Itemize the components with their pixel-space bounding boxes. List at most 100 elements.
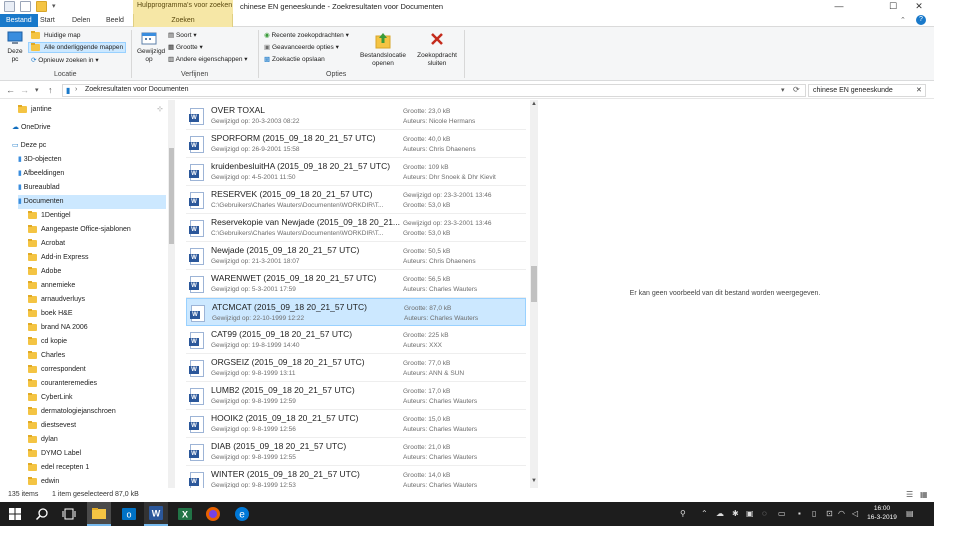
forward-arrow-icon[interactable]: → — [20, 85, 29, 95]
sidebar-item[interactable]: diestsevest — [28, 419, 76, 433]
checkmark-icon[interactable] — [20, 1, 31, 12]
file-row[interactable]: W HOOIK2 (2015_09_18 20_21_57 UTC) Gewijzi… — [186, 410, 526, 438]
modified-date-button[interactable]: Gewijzigd op — [137, 31, 165, 64]
file-row[interactable]: W WINTER (2015_09_18 20_21_57 UTC) Gewijzi… — [186, 466, 526, 488]
properties-icon[interactable] — [4, 1, 15, 12]
file-row[interactable]: WkruidenbesluitHA (2015_09_18 20_21_57 U… — [186, 158, 526, 186]
file-row[interactable]: W ATCMCAT (2015_09_18 20_21_57 UTC) Gewijz… — [186, 298, 526, 326]
clear-search-icon[interactable]: ✕ — [916, 86, 922, 94]
recent-searches-button[interactable]: ◉ Recente zoekopdrachten ▾ — [264, 31, 349, 40]
maximize-button[interactable]: ☐ — [880, 0, 906, 14]
scroll-down-icon[interactable]: ▼ — [531, 478, 537, 484]
nav-scrollbar-thumb[interactable] — [169, 148, 174, 244]
sidebar-item[interactable]: Charles — [28, 349, 65, 363]
file-row[interactable]: W LUMB2 (2015_09_18 20_21_57 UTC) Gewijzig… — [186, 382, 526, 410]
tab-beeld[interactable]: Beeld — [100, 14, 130, 27]
clock[interactable]: 16:00 16-3-2019 — [862, 504, 902, 522]
sidebar-item[interactable]: Add-in Express — [28, 251, 88, 265]
sidebar-item[interactable]: boek H&E — [28, 307, 73, 321]
sidebar-item[interactable]: edel recepten 1 — [28, 461, 89, 475]
tab-zoeken[interactable]: Zoeken — [133, 14, 233, 27]
file-row[interactable]: W SPORFORM (2015_09_18 20_21_57 UTC) Gewij… — [186, 130, 526, 158]
nav-scrollbar[interactable] — [168, 100, 175, 488]
task-view-icon[interactable] — [60, 505, 78, 523]
sidebar-item[interactable]: DYMO Label — [28, 447, 81, 461]
refresh-icon[interactable]: ⟳ — [793, 85, 800, 94]
list-scrollbar-thumb[interactable] — [531, 266, 537, 302]
list-scrollbar[interactable]: ▲ ▼ — [530, 100, 538, 488]
pin-icon[interactable]: ⊹ — [157, 105, 163, 113]
network-icon[interactable]: ▭ — [778, 509, 786, 518]
file-row[interactable]: W DIAB (2015_09_18 20_21_57 UTC) Gewijzigd… — [186, 438, 526, 466]
sidebar-item[interactable]: correspondent — [28, 363, 86, 377]
windows-start-icon[interactable] — [6, 505, 24, 523]
file-row[interactable]: W Reservekopie van Newjade (2015_09_18 20… — [186, 214, 526, 242]
sidebar-item[interactable]: ▮ Documenten — [18, 195, 166, 209]
sidebar-item[interactable]: ▭ Deze pc — [12, 139, 46, 153]
edge-icon[interactable]: e — [233, 505, 251, 523]
sidebar-item[interactable]: annemieke — [28, 279, 75, 293]
large-icons-view-icon[interactable]: ▦ — [920, 490, 928, 499]
other-properties-button[interactable]: ▥ Andere eigenschappen ▾ — [168, 55, 248, 64]
file-row[interactable]: W RESERVEK (2015_09_18 20_21_57 UTC) C:\Ge… — [186, 186, 526, 214]
help-icon[interactable]: ? — [916, 15, 926, 25]
file-row[interactable]: W Newjade (2015_09_18 20_21_57 UTC) Gewijz… — [186, 242, 526, 270]
file-row[interactable]: W CAT99 (2015_09_18 20_21_57 UTC) Gewijzig… — [186, 326, 526, 354]
ribbon-collapse-icon[interactable]: ⌃ — [900, 16, 906, 24]
file-explorer-taskbar-button[interactable] — [87, 502, 111, 526]
minimize-button[interactable]: — — [826, 0, 852, 14]
sidebar-item[interactable]: ▮ Afbeeldingen — [18, 167, 64, 181]
excel-icon[interactable]: X — [176, 505, 194, 523]
sidebar-item[interactable]: ☁ OneDrive — [12, 121, 51, 135]
file-row[interactable]: W ORGSEIZ (2015_09_18 20_21_57 UTC) Gewijz… — [186, 354, 526, 382]
recent-locations-icon[interactable]: ▾ — [35, 86, 39, 94]
details-view-icon[interactable]: ☰ — [906, 490, 913, 499]
up-arrow-icon[interactable]: ↑ — [48, 85, 53, 95]
qat-dropdown-icon[interactable]: ▾ — [52, 2, 56, 10]
sidebar-item[interactable]: Acrobat — [28, 237, 65, 251]
tray-app-icon[interactable]: ▪ — [798, 509, 801, 518]
address-dropdown-icon[interactable]: ▾ — [781, 86, 785, 94]
sidebar-item[interactable]: jantine — [18, 103, 52, 117]
search-input[interactable]: chinese EN geneeskunde ✕ — [808, 84, 926, 97]
current-folder-button[interactable]: Huidige map — [29, 30, 83, 40]
wifi-icon[interactable]: ◠ — [838, 509, 845, 518]
volume-icon[interactable]: ◁ — [852, 509, 858, 518]
save-search-button[interactable]: ▩ Zoekactie opslaan — [264, 55, 325, 64]
advanced-options-button[interactable]: ▣ Geavanceerde opties ▾ — [264, 43, 339, 52]
show-hidden-icons-icon[interactable]: ⌃ — [701, 509, 708, 518]
file-row[interactable]: W OVER TOXAL Gewijzigd op: 20-3-2003 08:22… — [186, 102, 526, 130]
sidebar-item[interactable]: dylan — [28, 433, 58, 447]
firefox-icon[interactable] — [204, 505, 222, 523]
tab-bestand[interactable]: Bestand — [0, 14, 38, 27]
tab-start[interactable]: Start — [34, 14, 61, 27]
address-field[interactable]: ▮ › Zoekresultaten voor Documenten ▾ ⟳ — [62, 84, 806, 97]
open-file-location-button[interactable]: Bestandslocatie openen — [356, 31, 410, 68]
sidebar-item[interactable]: dermatologiejanschroen — [28, 405, 116, 419]
scroll-up-icon[interactable]: ▲ — [531, 101, 537, 107]
file-row[interactable]: W WARENWET (2015_09_18 20_21_57 UTC) Gewij… — [186, 270, 526, 298]
tab-delen[interactable]: Delen — [66, 14, 96, 27]
breadcrumb-chevron-icon[interactable]: › — [75, 86, 77, 93]
tray-app-icon[interactable]: ◌ — [762, 509, 767, 518]
sidebar-item[interactable]: Aangepaste Office-sjablonen — [28, 223, 131, 237]
bluetooth-icon[interactable]: ✱ — [732, 509, 739, 518]
tray-app-icon[interactable]: ▣ — [746, 509, 754, 518]
sidebar-item[interactable]: ▮ Bureaublad — [18, 181, 60, 195]
sort-button[interactable]: ▤ Soort ▾ — [168, 31, 197, 40]
breadcrumb[interactable]: Zoekresultaten voor Documenten — [85, 86, 189, 93]
size-button[interactable]: ▦ Grootte ▾ — [168, 43, 203, 52]
all-subfolders-button[interactable]: Alle onderliggende mappen — [28, 42, 127, 53]
back-arrow-icon[interactable]: ← — [6, 85, 15, 95]
sidebar-item[interactable]: 1Dentigel — [28, 209, 71, 223]
word-taskbar-button[interactable]: W — [144, 502, 168, 526]
battery-icon[interactable]: ▯ — [812, 509, 816, 518]
sidebar-item[interactable]: edwin — [28, 475, 59, 488]
tray-app-icon[interactable]: ⊡ — [826, 509, 833, 518]
this-pc-button[interactable]: Deze pc — [4, 31, 26, 64]
search-again-button[interactable]: ⟳ Opnieuw zoeken in ▾ — [29, 56, 101, 65]
sidebar-item[interactable]: brand NA 2006 — [28, 321, 88, 335]
new-folder-icon[interactable] — [36, 1, 47, 12]
search-icon[interactable] — [33, 505, 51, 523]
close-button[interactable]: ✕ — [906, 0, 932, 14]
